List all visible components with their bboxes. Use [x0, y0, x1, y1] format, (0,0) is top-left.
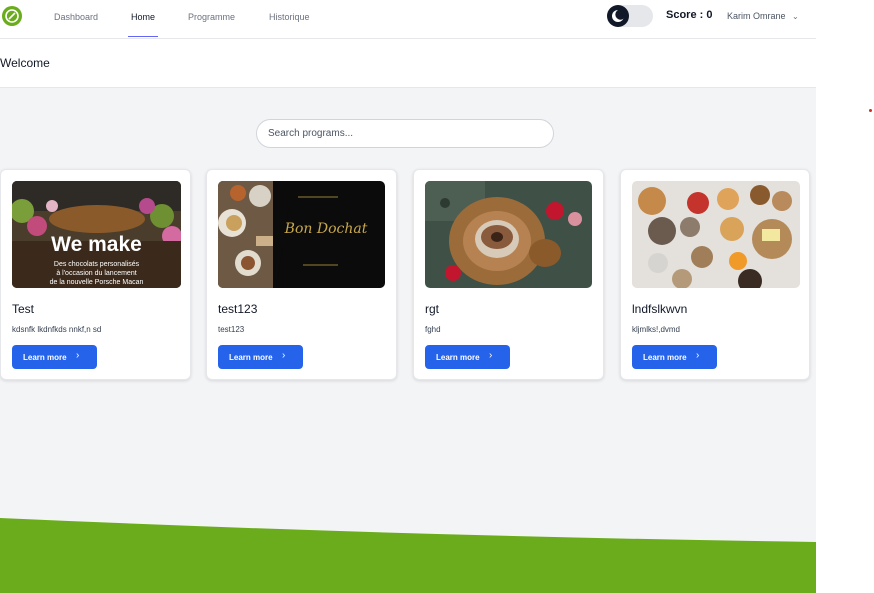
program-card: rgt fghd Learn more › [413, 169, 604, 380]
nav-dashboard[interactable]: Dashboard [54, 12, 98, 22]
image-caption: de la nouvelle Porsche Macan [49, 279, 144, 286]
button-label: Learn more [229, 352, 273, 362]
user-menu[interactable]: Karim Omrane [727, 11, 786, 21]
program-image: Bon Dochat [218, 181, 385, 288]
program-image: We make Des chocolats personalisés à l'o… [12, 181, 181, 288]
chevron-right-icon: › [696, 350, 700, 361]
learn-more-button[interactable]: Learn more › [218, 345, 303, 369]
button-label: Learn more [643, 352, 687, 362]
card-title: rgt [425, 302, 440, 316]
image-caption: à l'occasion du lancement [56, 270, 137, 277]
program-image [425, 181, 592, 288]
nav-historique[interactable]: Historique [269, 12, 310, 22]
top-navbar: Dashboard Home Programme Historique Scor… [0, 0, 816, 39]
chevron-right-icon: › [76, 350, 80, 361]
card-description: kdsnfk lkdnfkds nnkf,n sd [12, 325, 102, 334]
button-label: Learn more [23, 352, 67, 362]
button-label: Learn more [436, 352, 480, 362]
moon-icon [607, 5, 629, 27]
image-caption: Des chocolats personalisés [53, 261, 140, 268]
logo-icon[interactable] [2, 6, 22, 26]
program-image [632, 181, 800, 288]
program-card: We make Des chocolats personalisés à l'o… [0, 169, 191, 380]
card-title: Test [12, 302, 35, 316]
page-header: Welcome [0, 39, 816, 88]
app-root: Dashboard Home Programme Historique Scor… [0, 0, 816, 593]
nav-home[interactable]: Home [127, 12, 159, 37]
learn-more-button[interactable]: Learn more › [632, 345, 717, 369]
footer-wave [0, 518, 816, 593]
dark-mode-toggle[interactable] [607, 5, 653, 27]
nav-programme[interactable]: Programme [188, 12, 235, 22]
card-title: lndfslkwvn [632, 302, 688, 316]
search-input[interactable] [256, 119, 554, 148]
card-description: kljmlks!,dvmd [632, 325, 681, 334]
program-card: Bon Dochat test123 test123 Learn more › [206, 169, 397, 380]
program-card: lndfslkwvn kljmlks!,dvmd Learn more › [620, 169, 810, 380]
card-description: test123 [218, 325, 245, 334]
chevron-down-icon[interactable]: ⌄ [792, 12, 799, 21]
learn-more-button[interactable]: Learn more › [425, 345, 510, 369]
card-description: fghd [425, 325, 441, 334]
learn-more-button[interactable]: Learn more › [12, 345, 97, 369]
page-title: Welcome [0, 56, 50, 70]
chevron-right-icon: › [489, 350, 493, 361]
chevron-right-icon: › [282, 350, 286, 361]
card-title: test123 [218, 302, 258, 316]
svg-text:Bon Dochat: Bon Dochat [284, 221, 368, 237]
score-display: Score : 0 [666, 9, 713, 21]
image-headline: We make [51, 233, 142, 256]
indicator-dot [869, 109, 872, 112]
